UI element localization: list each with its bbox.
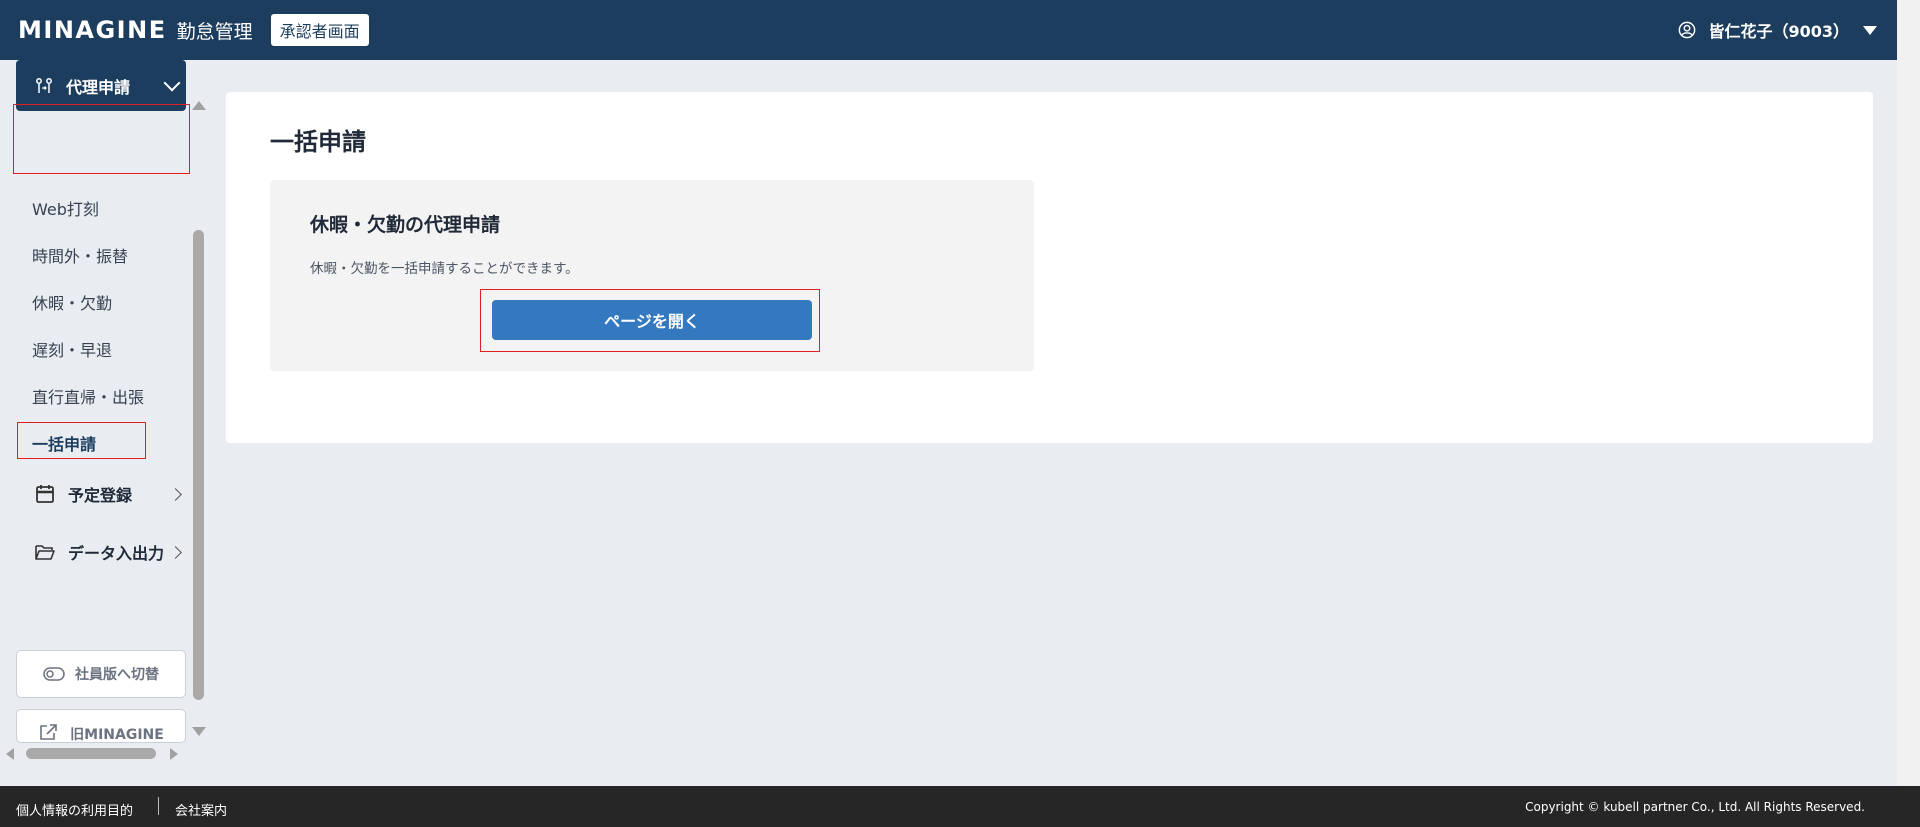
sidebar-item-label: 予定登録 — [68, 486, 133, 505]
role-badge: 承認者画面 — [270, 14, 369, 46]
people-exchange-icon — [36, 77, 52, 93]
privacy-link[interactable]: 個人情報の利用目的 — [16, 800, 133, 819]
switch-to-employee-button[interactable]: 社員版へ切替 — [16, 650, 186, 698]
user-circle-icon — [1679, 21, 1696, 39]
scroll-up-arrow-icon[interactable] — [192, 101, 206, 110]
footer: 個人情報の利用目的 会社案内 Copyright © kubell partne… — [0, 786, 1920, 827]
sidebar-group-proxy-application[interactable]: 代理申請 — [16, 60, 186, 111]
card-description: 休暇・欠勤を一括申請することができます。 — [310, 261, 579, 277]
sidebar-item-direct-trip[interactable]: 直行直帰・出張 — [32, 384, 144, 408]
chevron-down-icon — [163, 74, 181, 92]
sidebar-item-late-early[interactable]: 遅刻・早退 — [32, 337, 112, 361]
sidebar-item-data-io[interactable]: データ入出力 — [34, 540, 184, 564]
card-title: 休暇・欠勤の代理申請 — [310, 214, 501, 236]
page-title: 一括申請 — [270, 128, 366, 156]
sidebar-item-web-punch[interactable]: Web打刻 — [32, 196, 99, 220]
sidebar-item-overtime[interactable]: 時間外・振替 — [32, 243, 128, 267]
footer-divider — [158, 797, 159, 815]
copyright: Copyright © kubell partner Co., Ltd. All… — [1525, 800, 1865, 814]
top-header: MINAGINE 勤怠管理 承認者画面 皆仁花子（9003） — [0, 0, 1897, 60]
sidebar-item-leave[interactable]: 休暇・欠勤 — [32, 290, 112, 314]
company-link[interactable]: 会社案内 — [175, 800, 227, 819]
switch-button-label: 社員版へ切替 — [75, 667, 159, 683]
scroll-down-arrow-icon[interactable] — [192, 727, 206, 736]
open-page-button[interactable]: ページを開く — [492, 300, 812, 340]
user-menu[interactable]: 皆仁花子（9003） — [1678, 0, 1877, 60]
sidebar-vertical-scrollbar[interactable] — [193, 230, 204, 700]
caret-down-icon — [1863, 25, 1877, 35]
scroll-right-arrow-icon[interactable] — [170, 748, 178, 760]
chevron-right-icon — [169, 487, 182, 501]
calendar-icon — [36, 485, 54, 503]
folder-open-icon — [35, 545, 55, 560]
product-name: 勤怠管理 — [176, 20, 253, 43]
toggle-icon — [43, 667, 65, 681]
external-link-icon — [40, 724, 57, 740]
brand-logo[interactable]: MINAGINE — [18, 16, 167, 44]
sidebar-horizontal-scrollbar[interactable] — [26, 748, 156, 759]
sidebar-item-bulk-application[interactable]: 一括申請 — [32, 431, 96, 455]
sidebar-item-label: データ入出力 — [68, 544, 165, 563]
window-scrollbar[interactable] — [1897, 0, 1920, 786]
scroll-left-arrow-icon[interactable] — [6, 748, 14, 760]
chevron-right-icon — [169, 545, 182, 559]
sidebar-group-label: 代理申請 — [66, 77, 131, 97]
user-name: 皆仁花子（9003） — [1708, 22, 1849, 41]
old-button-label: 旧MINAGINE — [70, 727, 164, 743]
sidebar-item-schedule[interactable]: 予定登録 — [34, 482, 184, 506]
old-minagine-button[interactable]: 旧MINAGINE — [16, 709, 186, 743]
